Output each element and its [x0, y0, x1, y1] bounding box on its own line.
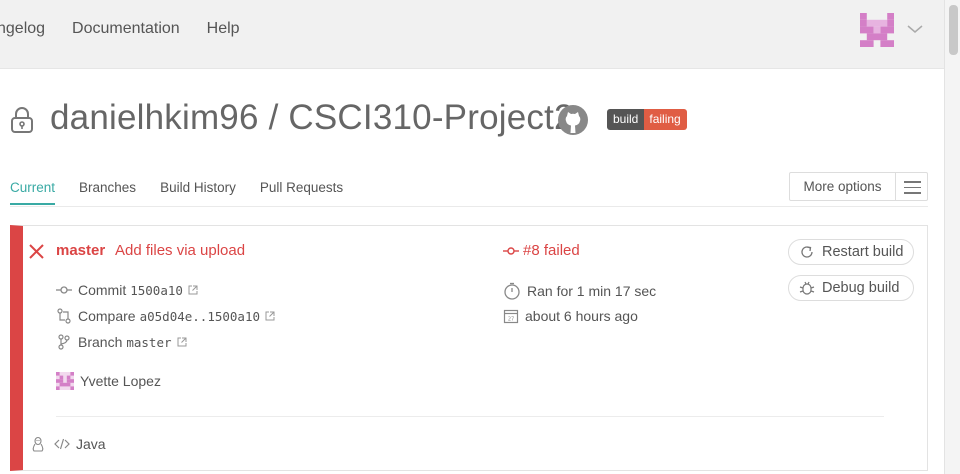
tab-pull-requests[interactable]: Pull Requests: [260, 180, 343, 205]
bug-icon: [799, 281, 815, 295]
badge-status: failing: [644, 109, 687, 130]
lock-icon: [11, 107, 33, 133]
tab-current[interactable]: Current: [10, 180, 56, 205]
compare-row: Compare a05d04e..1500a10: [56, 308, 275, 324]
commit-node-icon: [503, 246, 519, 255]
more-options-label: More options: [790, 173, 896, 200]
repo-tabs: Current Branches Build History Pull Requ…: [10, 180, 367, 205]
author-row: Yvette Lopez: [56, 372, 161, 390]
external-link-icon[interactable]: [265, 311, 275, 321]
branch-icon: [58, 334, 70, 350]
commit-icon: [56, 286, 72, 294]
debug-build-label: Debug build: [822, 280, 900, 296]
user-avatar[interactable]: [860, 13, 894, 47]
compare-range-link[interactable]: a05d04e..1500a10: [140, 309, 260, 324]
nav-link-help[interactable]: Help: [207, 20, 240, 38]
commit-label: Commit: [78, 282, 127, 298]
hamburger-icon[interactable]: [896, 173, 927, 200]
tab-build-history[interactable]: Build History: [160, 180, 236, 205]
finished-row: 27 about 6 hours ago: [503, 308, 638, 324]
build-duration: Ran for 1 min 17 sec: [527, 283, 657, 299]
compare-icon: [57, 308, 71, 324]
calendar-icon: 27: [503, 309, 519, 324]
author-name: Yvette Lopez: [80, 373, 161, 389]
environment-row: Java: [30, 436, 106, 452]
restart-build-button[interactable]: Restart build: [788, 239, 914, 265]
failed-x-icon: [29, 244, 44, 259]
scrollbar-thumb[interactable]: [949, 5, 958, 55]
commit-sha-link[interactable]: 1500a10: [130, 283, 183, 298]
linux-icon: [32, 436, 44, 452]
nav-link-documentation[interactable]: Documentation: [72, 20, 180, 38]
compare-label: Compare: [78, 308, 136, 324]
badge-label: build: [607, 109, 645, 130]
duration-row: Ran for 1 min 17 sec: [503, 282, 656, 300]
author-avatar: [56, 372, 74, 390]
restart-build-label: Restart build: [822, 244, 904, 260]
branch-value-link[interactable]: master: [126, 335, 171, 350]
top-navigation-bar: ngelog Documentation Help: [0, 0, 944, 69]
tabs-divider: [10, 206, 928, 207]
repo-title: danielhkim96 / CSCI310-Project2: [50, 98, 574, 137]
build-finished-time: about 6 hours ago: [525, 308, 638, 324]
debug-build-button[interactable]: Debug build: [788, 275, 914, 301]
more-options-button[interactable]: More options: [789, 172, 928, 201]
github-icon[interactable]: [557, 104, 589, 136]
commit-row: Commit 1500a10: [56, 282, 198, 298]
build-commit-message: Add files via upload: [115, 242, 246, 259]
page-scrollbar[interactable]: [944, 0, 960, 474]
build-number-status[interactable]: #8 failed: [503, 242, 580, 259]
card-divider: [56, 416, 884, 417]
svg-text:27: 27: [508, 317, 514, 323]
build-status-text: #8 failed: [523, 242, 580, 259]
build-branch-name[interactable]: master: [56, 242, 105, 259]
external-link-icon[interactable]: [177, 337, 187, 347]
stopwatch-icon: [504, 282, 520, 300]
restart-icon: [801, 246, 813, 258]
tab-branches[interactable]: Branches: [79, 180, 136, 205]
build-status-badge[interactable]: build failing: [607, 109, 687, 130]
build-language: Java: [76, 436, 106, 452]
code-icon: [54, 438, 70, 450]
branch-label: Branch: [78, 334, 123, 350]
chevron-down-icon[interactable]: [906, 23, 924, 35]
branch-row: Branch master: [56, 334, 187, 350]
nav-link-changelog[interactable]: ngelog: [0, 20, 45, 38]
top-nav-links: ngelog Documentation Help: [0, 20, 267, 38]
external-link-icon[interactable]: [188, 285, 198, 295]
